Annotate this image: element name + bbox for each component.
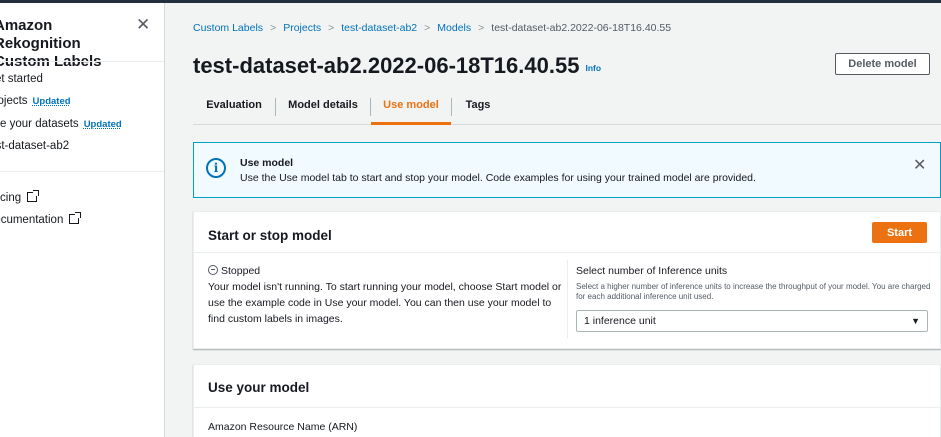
sidebar-link-pricing[interactable]: Pricing (0, 190, 40, 204)
tab-tags[interactable]: Tags (452, 89, 504, 125)
sidebar: Amazon Rekognition Custom Labels ✕ Get s… (0, 3, 165, 437)
chevron-right-icon: > (478, 22, 485, 34)
sidebar-divider (0, 171, 164, 172)
sidebar-item-label: Projects (0, 95, 28, 107)
sidebar-title: Amazon Rekognition Custom Labels (0, 17, 102, 70)
sidebar-item-get-started[interactable]: Get started (0, 73, 43, 85)
updated-badge: Updated (83, 119, 122, 130)
page-title: test-dataset-ab2.2022-06-18T16.40.55 Info (193, 53, 601, 79)
external-link-icon (27, 190, 40, 202)
inference-units-select[interactable]: 1 inference unit ▼ (576, 310, 928, 332)
sidebar-link-label: Pricing (0, 192, 22, 204)
sidebar-item-label: Get started (0, 73, 43, 85)
sidebar-item-datasets[interactable]: Use your datasets Updated (0, 118, 122, 130)
sidebar-item-projects[interactable]: Projects Updated (0, 95, 71, 107)
alert-message: Use the Use model tab to start and stop … (240, 172, 756, 184)
model-status-description: Your model isn't running. To start runni… (208, 281, 562, 325)
tab-model-details[interactable]: Model details (276, 89, 370, 125)
sidebar-divider (0, 61, 164, 62)
breadcrumb-current: test-dataset-ab2.2022-06-18T16.40.55 (491, 22, 672, 34)
alert-title: Use model (240, 157, 294, 169)
chevron-right-icon: > (424, 22, 431, 34)
card-divider (194, 407, 941, 408)
breadcrumb-custom-labels[interactable]: Custom Labels (193, 22, 263, 34)
card-title: Start or stop model (208, 228, 332, 243)
caret-down-icon: ▼ (911, 316, 920, 326)
info-icon: i (206, 158, 226, 178)
chevron-right-icon: > (270, 22, 277, 34)
arn-label: Amazon Resource Name (ARN) (208, 421, 358, 433)
card-title: Use your model (208, 380, 310, 395)
chevron-right-icon: > (328, 22, 335, 34)
info-link[interactable]: Info (585, 63, 601, 73)
sidebar-item-label: Use your datasets (0, 118, 79, 130)
status-indicator: Stopped (208, 265, 260, 277)
start-stop-model-card: Start or stop model Start Stopped Your m… (193, 211, 941, 349)
tab-bar: Evaluation Model details Use model Tags (193, 89, 941, 125)
inference-units-label: Select number of Inference units (576, 265, 728, 277)
close-icon[interactable]: ✕ (136, 15, 150, 35)
tab-use-model[interactable]: Use model (371, 89, 451, 125)
external-link-icon (69, 212, 82, 224)
status-text: Stopped (221, 265, 261, 277)
card-divider (194, 252, 941, 253)
start-button[interactable]: Start (872, 222, 927, 243)
page-title-text: test-dataset-ab2.2022-06-18T16.40.55 (193, 53, 580, 78)
close-icon[interactable]: ✕ (913, 155, 926, 175)
stopped-icon (208, 265, 218, 275)
sidebar-link-documentation[interactable]: Documentation (0, 212, 82, 226)
tab-evaluation[interactable]: Evaluation (193, 89, 275, 125)
use-your-model-card: Use your model Amazon Resource Name (ARN… (193, 364, 941, 437)
inference-units-help: Select a higher number of inference unit… (576, 282, 931, 301)
sidebar-item-test-dataset-ab2[interactable]: test-dataset-ab2 (0, 140, 69, 152)
sidebar-link-label: Documentation (0, 214, 64, 226)
column-divider (567, 260, 568, 338)
breadcrumb-projects[interactable]: Projects (283, 22, 321, 34)
breadcrumb-models[interactable]: Models (437, 22, 471, 34)
updated-badge: Updated (32, 96, 71, 107)
sidebar-item-label: test-dataset-ab2 (0, 140, 70, 152)
main-content: Custom Labels > Projects > test-dataset-ab2 >… (165, 3, 941, 437)
inference-units-value: 1 inference unit (584, 315, 656, 327)
info-alert: i Use model Use the Use model tab to sta… (193, 142, 941, 198)
breadcrumb-project[interactable]: test-dataset-ab2 (341, 22, 417, 34)
delete-model-button[interactable]: Delete model (835, 53, 930, 75)
breadcrumb: Custom Labels > Projects > test-dataset-ab2 >… (193, 22, 671, 34)
